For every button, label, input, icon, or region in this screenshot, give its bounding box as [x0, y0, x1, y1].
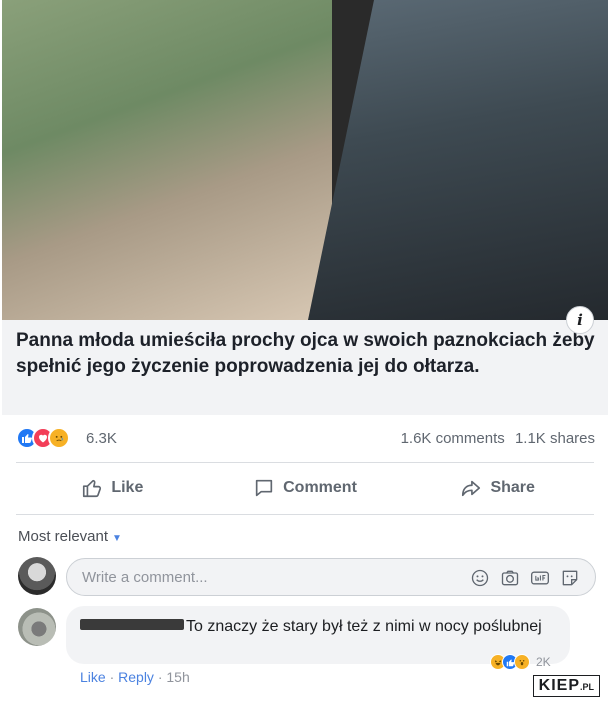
sad-reaction-icon: [48, 427, 70, 449]
sort-label: Most relevant: [18, 528, 109, 545]
wedding-couple-photo: [2, 0, 332, 320]
comment-text: To znaczy że stary był też z nimi w nocy…: [186, 618, 542, 635]
divider: [16, 514, 594, 515]
share-arrow-icon: [462, 480, 481, 497]
shares-count-link[interactable]: 1.1K shares: [515, 430, 595, 447]
thumbs-up-icon: [83, 479, 102, 498]
info-icon[interactable]: i: [566, 306, 594, 334]
comment-like-link[interactable]: Like: [80, 669, 106, 685]
comment-reactions[interactable]: 2K: [490, 654, 551, 670]
post-actions: Like Comment Share: [16, 470, 594, 506]
reactions-summary: 6.3K 1.6K comments 1.1K shares: [2, 424, 608, 454]
watermark-suffix: .PL: [579, 682, 594, 692]
emoji-icon[interactable]: [469, 567, 491, 589]
sticker-icon[interactable]: [559, 567, 581, 589]
post-image[interactable]: [2, 0, 608, 320]
like-label: Like: [111, 479, 144, 496]
link-preview-title-box[interactable]: Panna młoda umieściła prochy ojca w swoi…: [2, 320, 608, 415]
gif-icon[interactable]: [529, 567, 551, 589]
comment-button[interactable]: Comment: [209, 470, 402, 506]
post-card: i Panna młoda umieściła prochy ojca w sw…: [2, 0, 608, 705]
wow-reaction-icon: [514, 654, 530, 670]
nails-photo: [308, 0, 608, 320]
comment-label: Comment: [283, 479, 357, 496]
share-button[interactable]: Share: [401, 470, 594, 506]
separator: ·: [157, 669, 163, 685]
share-label: Share: [490, 479, 535, 496]
comment-bubble-icon: [255, 479, 273, 497]
caret-down-icon: ▼: [112, 533, 122, 544]
kiep-watermark-logo: KIEP.PL: [532, 675, 600, 697]
comment-reaction-count: 2K: [536, 655, 551, 669]
current-user-avatar[interactable]: [18, 557, 56, 595]
comment-input-tools: [469, 567, 581, 589]
separator: ·: [109, 669, 115, 685]
camera-icon[interactable]: [499, 567, 521, 589]
reaction-count[interactable]: 6.3K: [86, 430, 117, 447]
post-headline: Panna młoda umieściła prochy ojca w swoi…: [16, 330, 595, 377]
comment-actions: Like · Reply · 15h: [80, 669, 190, 685]
like-button[interactable]: Like: [16, 470, 209, 506]
comments-count-link[interactable]: 1.6K comments: [401, 430, 505, 447]
post-stats: 1.6K comments 1.1K shares: [395, 430, 595, 447]
watermark-main: KIEP: [538, 677, 580, 694]
comment-timestamp[interactable]: 15h: [166, 669, 189, 685]
comment-input[interactable]: Write a comment...: [66, 558, 596, 596]
comment-sort-dropdown[interactable]: Most relevant ▼: [18, 528, 122, 545]
divider: [16, 462, 594, 463]
comment-reply-link[interactable]: Reply: [118, 669, 154, 685]
comment-placeholder: Write a comment...: [82, 569, 208, 586]
reaction-icons[interactable]: [16, 427, 70, 449]
commenter-avatar[interactable]: [18, 608, 56, 646]
